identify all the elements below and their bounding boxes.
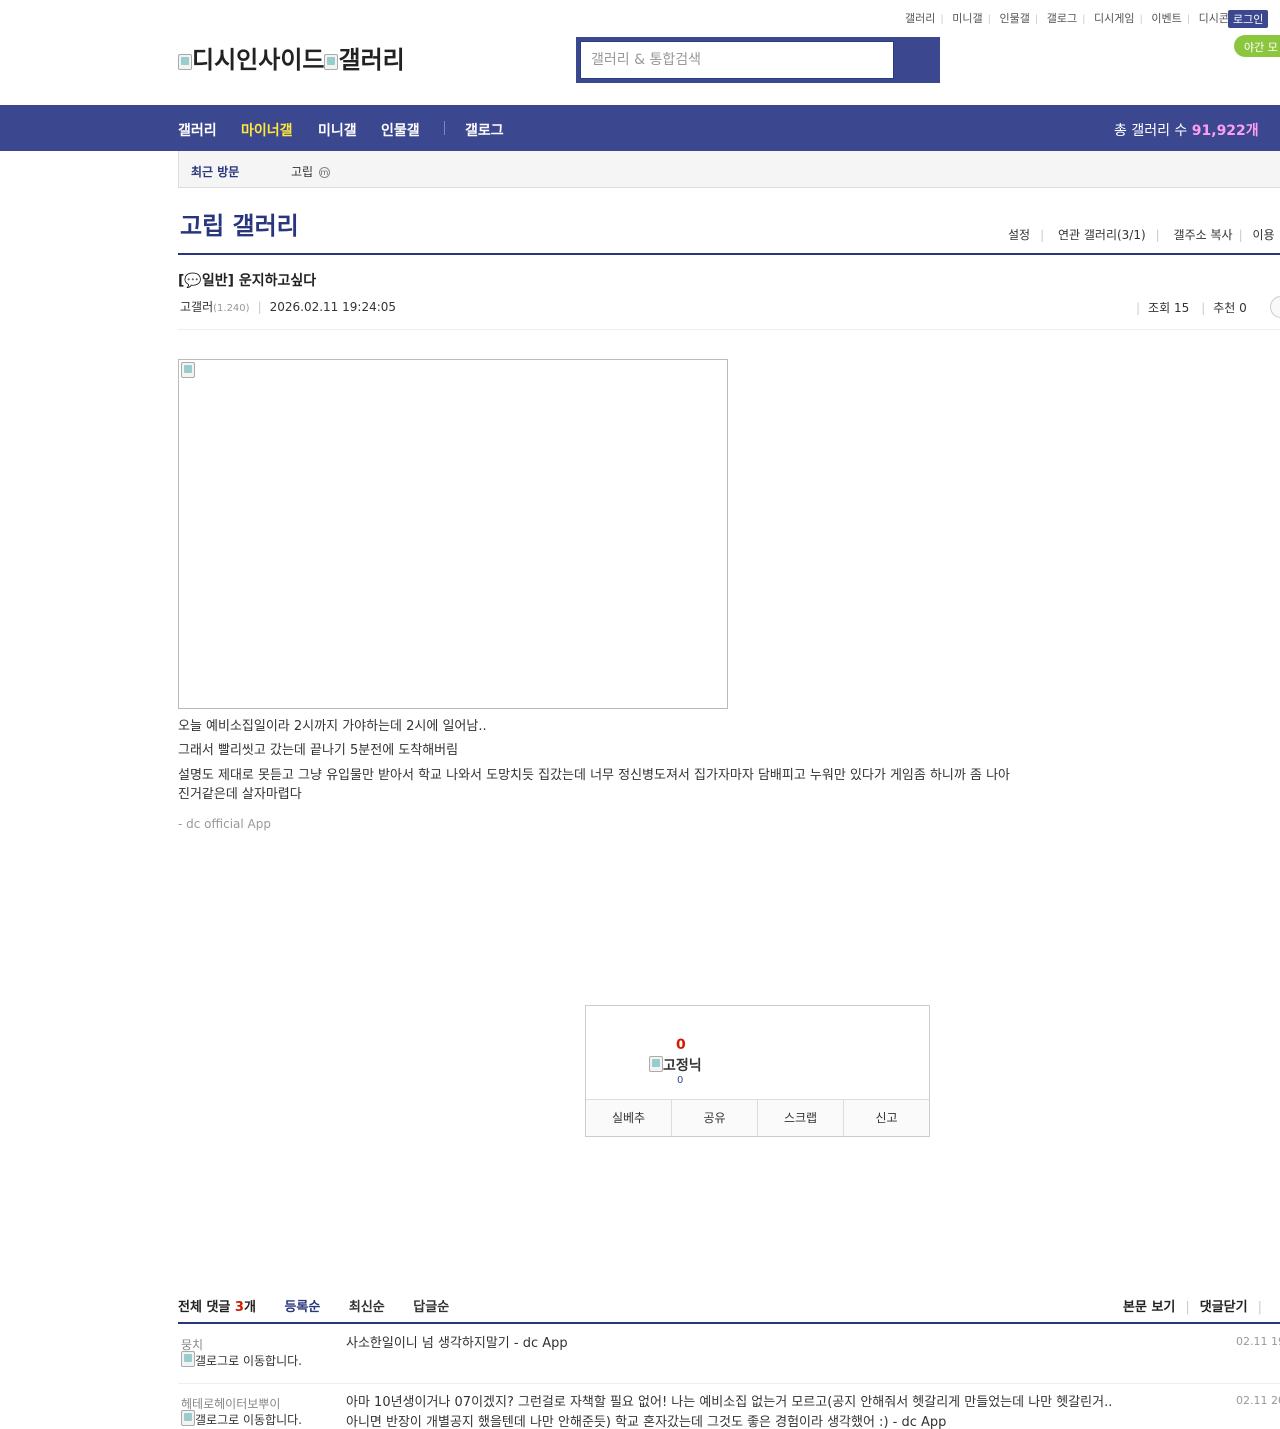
- post-image[interactable]: [178, 359, 728, 709]
- main-nav: 갤러리 마이너갤 미니갤 인물갤 갤로그 총 갤러리 수 91,922개: [0, 105, 1280, 151]
- broken-image-icon: [181, 362, 195, 378]
- broken-image-icon: [181, 1351, 195, 1367]
- settings-link[interactable]: 설정: [1008, 228, 1030, 242]
- nav-divider: [444, 121, 445, 135]
- title-divider: [178, 253, 1280, 255]
- minor-gallery-badge-icon: m: [318, 167, 330, 178]
- comment-text: 아니면 반장이 개별공지 했을텐데 나만 안해준듯) 학교 혼자갔는데 그것도 …: [346, 1415, 947, 1429]
- sort-by-latest[interactable]: 최신순: [349, 1300, 385, 1315]
- util-link-minigall[interactable]: 미니갤: [952, 12, 982, 25]
- comment-text: 사소한일이니 넘 생각하지말기 - dc App: [346, 1336, 568, 1351]
- app-signature: - dc official App: [178, 817, 271, 831]
- search-input[interactable]: 갤러리 & 통합검색: [580, 41, 894, 79]
- search-box: 갤러리 & 통합검색: [576, 37, 940, 83]
- gallog-link[interactable]: 갤로그로 이동합니다.: [181, 1351, 311, 1367]
- logo-gallery-text: 갤러리: [338, 46, 405, 74]
- post-body-line: 오늘 예비소집일이라 2시까지 가야하는데 2시에 일어남..: [178, 719, 487, 734]
- util-link-dccon[interactable]: 디시콘: [1199, 12, 1229, 25]
- recent-visit-label[interactable]: 최근 방문: [191, 163, 239, 180]
- nav-person-gallery[interactable]: 인물갤: [381, 120, 420, 140]
- logo-site-text: 디시인사이드: [192, 46, 325, 74]
- sort-by-reply[interactable]: 답글순: [413, 1300, 449, 1315]
- site-logo[interactable]: 디시인사이드 갤러리: [178, 40, 405, 75]
- broken-image-icon: [178, 54, 192, 70]
- comment-text: 아마 10년생이거나 07이겠지? 그런걸로 자책할 필요 없어! 나는 예비소…: [346, 1395, 1113, 1410]
- sort-by-register[interactable]: 등록순: [284, 1300, 320, 1315]
- post-author-ip: (1.240): [213, 303, 250, 314]
- recommend-count: 0: [676, 1037, 686, 1053]
- recommend-box: 0 고정닉 0 실베추 공유 스크랩 신고: [585, 1005, 930, 1137]
- post-body-line: 진거같은데 살자마렵다: [178, 787, 302, 802]
- login-button[interactable]: 로그인: [1228, 10, 1269, 28]
- more-options-button[interactable]: [1270, 296, 1280, 318]
- fixed-nick-count: 0: [677, 1075, 684, 1086]
- comment-date: 02.11 20: [1236, 1394, 1280, 1407]
- post-body-line: 설명도 제대로 못듣고 그냥 유입물만 받아서 학교 나와서 도망치듯 집갔는데…: [178, 768, 1010, 783]
- post-header-divider: [178, 329, 1280, 330]
- share-button[interactable]: 공유: [672, 1100, 758, 1136]
- post-date: 2026.02.11 19:24:05: [269, 300, 397, 314]
- night-mode-button[interactable]: 야간 모: [1234, 35, 1280, 57]
- nav-gallery[interactable]: 갤러리: [178, 120, 217, 140]
- broken-image-icon: [181, 1410, 195, 1426]
- recent-visit-item[interactable]: 고립 m: [291, 163, 330, 180]
- post-views: 조회 15: [1148, 301, 1190, 315]
- gallog-link[interactable]: 갤로그로 이동합니다.: [181, 1410, 311, 1426]
- recommend-actions: 실베추 공유 스크랩 신고: [586, 1099, 929, 1136]
- broken-image-icon: [649, 1056, 663, 1072]
- util-link-persongall[interactable]: 인물갤: [1000, 12, 1030, 25]
- related-gallery-link[interactable]: 연관 갤러리(3/1): [1058, 228, 1146, 242]
- util-link-dcgame[interactable]: 디시게임: [1094, 12, 1134, 25]
- util-link-gallery[interactable]: 갤러리: [905, 12, 935, 25]
- post-title: [💬일반] 운지하고싶다: [178, 273, 317, 289]
- comment-date: 02.11 19: [1236, 1335, 1280, 1348]
- post-recommend-count: 추천 0: [1213, 301, 1247, 315]
- gallery-tools: 설정 | 연관 갤러리(3/1) | 갤주소 복사 | 이용: [1008, 228, 1275, 242]
- nav-gallog[interactable]: 갤로그: [465, 120, 504, 140]
- util-link-event[interactable]: 이벤트: [1151, 12, 1181, 25]
- copy-gallery-address-link[interactable]: 갤주소 복사: [1174, 228, 1233, 242]
- usage-link[interactable]: 이용: [1252, 228, 1274, 242]
- post-body-line: 그래서 빨리씻고 갔는데 끝나기 5분전에 도착해버림: [178, 743, 459, 758]
- top-util-nav: 갤러리 | 미니갤 | 인물갤 | 갤로그 | 디시게임 | 이벤트 | 디시콘: [905, 12, 1229, 25]
- post-stats: | 조회 15 | 추천 0: [1136, 301, 1247, 315]
- comment-divider: [178, 1322, 1280, 1324]
- view-body-button[interactable]: 본문 보기: [1123, 1300, 1175, 1315]
- nav-minor-gallery[interactable]: 마이너갤: [241, 120, 293, 140]
- comment-tools: 본문 보기 | 댓글닫기 |: [1123, 1300, 1262, 1315]
- report-button[interactable]: 신고: [844, 1100, 929, 1136]
- close-comments-button[interactable]: 댓글닫기: [1200, 1300, 1248, 1315]
- comment-total-label: 전체 댓글: [178, 1300, 231, 1315]
- util-link-gallog[interactable]: 갤로그: [1047, 12, 1077, 25]
- comment-row-divider: [178, 1383, 1280, 1384]
- scrap-button[interactable]: 스크랩: [758, 1100, 844, 1136]
- total-gallery-count: 총 갤러리 수 91,922개: [1114, 123, 1259, 139]
- comment-header: 전체 댓글 3개 등록순 최신순 답글순: [178, 1300, 450, 1315]
- nav-mini-gallery[interactable]: 미니갤: [318, 120, 357, 140]
- comment-total-count: 3: [234, 1300, 244, 1315]
- post-meta: 고갤러(1.240) | 2026.02.11 19:24:05: [180, 300, 397, 314]
- recent-visit-bar: 최근 방문 고립 m: [178, 151, 1280, 188]
- best-recommend-button[interactable]: 실베추: [586, 1100, 672, 1136]
- broken-image-icon: [324, 54, 339, 70]
- search-button[interactable]: [896, 37, 940, 83]
- gallery-title[interactable]: 고립 갤러리: [180, 206, 299, 241]
- post-author[interactable]: 고갤러: [180, 300, 213, 314]
- fixed-nick-recommend[interactable]: 고정닉: [649, 1055, 702, 1075]
